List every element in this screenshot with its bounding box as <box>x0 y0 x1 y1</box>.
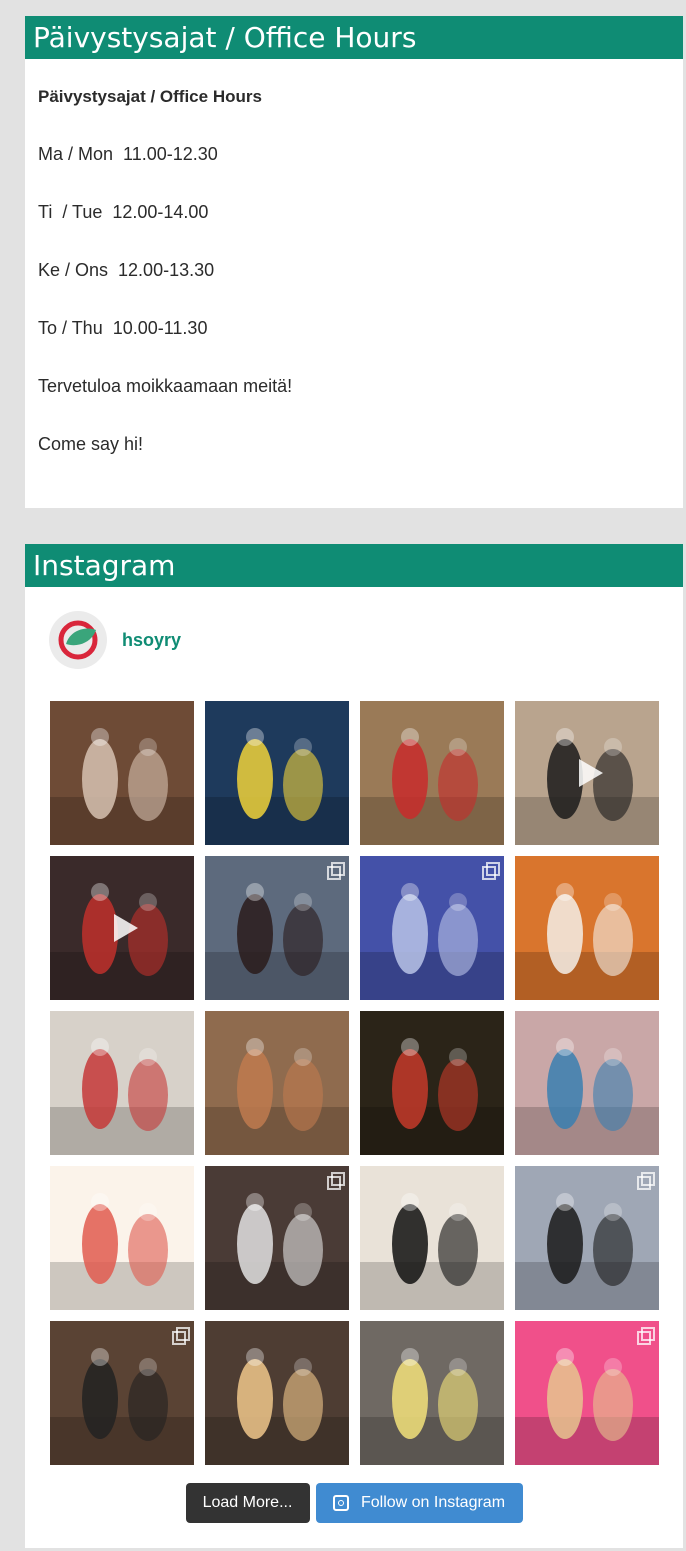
load-more-button[interactable]: Load More... <box>185 1483 310 1523</box>
instagram-icon <box>332 1495 349 1511</box>
instagram-post[interactable] <box>205 1011 349 1155</box>
welcome-text-fi: Tervetuloa moikkaamaan meitä! <box>38 376 293 396</box>
instagram-buttons: Load More... Follow on Instagram <box>25 1483 683 1523</box>
play-icon <box>114 914 138 942</box>
office-hours-body: Päivystysajat / Office Hours Ma / Mon 11… <box>25 59 683 454</box>
welcome-text-en: Come say hi! <box>38 434 144 454</box>
instagram-widget: Instagram hsoyry Load More... Follow on … <box>25 544 683 1548</box>
gallery-icon <box>327 1172 345 1190</box>
instagram-post[interactable] <box>50 856 194 1000</box>
gallery-icon <box>172 1327 190 1345</box>
instagram-post[interactable] <box>50 1321 194 1465</box>
instagram-post[interactable] <box>515 1166 659 1310</box>
office-hours-title: Päivystysajat / Office Hours <box>25 16 683 59</box>
instagram-post[interactable] <box>360 856 504 1000</box>
follow-button-label: Follow on Instagram <box>360 1494 506 1511</box>
avatar[interactable] <box>49 611 107 669</box>
hso-logo-icon <box>58 620 98 660</box>
hours-tuesday: Ti / Tue 12.00-14.00 <box>38 202 209 222</box>
instagram-post[interactable] <box>515 1321 659 1465</box>
follow-on-instagram-button[interactable]: Follow on Instagram <box>315 1483 523 1523</box>
instagram-post[interactable] <box>515 1011 659 1155</box>
instagram-post[interactable] <box>205 1321 349 1465</box>
gallery-icon <box>637 1172 655 1190</box>
instagram-post[interactable] <box>360 1166 504 1310</box>
office-hours-widget: Päivystysajat / Office Hours Päivystysaj… <box>25 16 683 508</box>
hours-thursday: To / Thu 10.00-11.30 <box>38 318 208 338</box>
office-hours-heading: Päivystysajat / Office Hours <box>38 87 262 106</box>
instagram-post[interactable] <box>360 1321 504 1465</box>
instagram-post[interactable] <box>515 701 659 845</box>
hours-wednesday: Ke / Ons 12.00-13.30 <box>38 260 215 280</box>
instagram-post[interactable] <box>50 701 194 845</box>
instagram-post[interactable] <box>205 856 349 1000</box>
instagram-post[interactable] <box>205 1166 349 1310</box>
instagram-title: Instagram <box>25 544 683 587</box>
instagram-profile-header[interactable]: hsoyry <box>49 610 181 670</box>
instagram-post[interactable] <box>50 1011 194 1155</box>
instagram-username[interactable]: hsoyry <box>122 630 181 651</box>
instagram-post[interactable] <box>360 1011 504 1155</box>
play-icon <box>579 759 603 787</box>
gallery-icon <box>637 1327 655 1345</box>
instagram-post[interactable] <box>515 856 659 1000</box>
instagram-post[interactable] <box>50 1166 194 1310</box>
gallery-icon <box>482 862 500 880</box>
instagram-post[interactable] <box>360 701 504 845</box>
gallery-icon <box>327 862 345 880</box>
instagram-post[interactable] <box>205 701 349 845</box>
hours-monday: Ma / Mon 11.00-12.30 <box>38 144 218 164</box>
